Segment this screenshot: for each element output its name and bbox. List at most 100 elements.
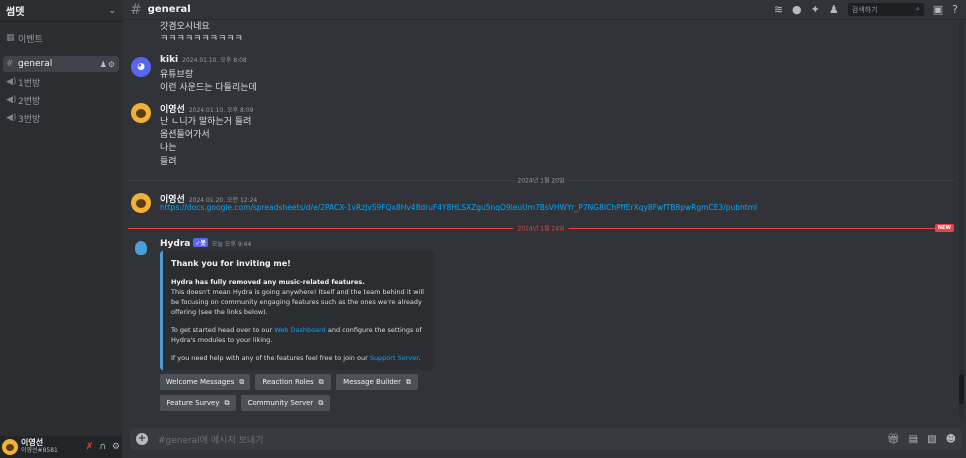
avatar[interactable] (2, 439, 18, 455)
author-name: Hydra (160, 239, 191, 249)
message-builder-button[interactable]: Message Builder ⧉ (336, 374, 418, 390)
calendar-icon: ▦ (6, 33, 15, 43)
user-info[interactable]: 이영선 이영선#8581 (21, 439, 58, 455)
embed-paragraph: To get started head over to our Web Dash… (171, 325, 426, 345)
sidebar-item-label: general (18, 59, 53, 69)
new-messages-divider: 2024년 1월 24일 NEW (128, 223, 954, 233)
timestamp: 2024.01.10. 오후 8:09 (188, 107, 254, 114)
gift-icon[interactable]: 🎁︎ (887, 434, 900, 445)
threads-icon[interactable]: ≋ (774, 3, 783, 16)
user-name: 이영선 (21, 438, 44, 447)
members-icon[interactable]: ♟ (829, 3, 839, 16)
help-icon[interactable]: ? (952, 3, 958, 16)
bot-badge: ✓봇 (193, 238, 208, 247)
date-divider-label: 2024년 1월 24일 (513, 223, 569, 233)
composer-placeholder: #general에 메시지 보내기 (158, 435, 264, 446)
sidebar-item-voice-1[interactable]: ◀) 1번방 (3, 74, 119, 90)
search-placeholder: 검색하기 (851, 5, 878, 14)
button-label: Welcome Messages (165, 378, 235, 386)
server-header[interactable]: 썸뎃 ⌄ (0, 0, 122, 22)
avatar[interactable] (131, 103, 151, 123)
button-label: Community Server (247, 399, 314, 407)
external-link-icon: ⧉ (405, 377, 411, 386)
message-text: 들려 (160, 157, 177, 167)
embed-paragraph: If you need help with any of the feature… (171, 353, 426, 363)
sidebar-item-voice-2[interactable]: ◀) 2번방 (3, 92, 119, 108)
author-name: kiki (160, 55, 179, 65)
message-text: ㅋㅋㅋㅋㅋㅋㅋㅋㅋㅋ (160, 34, 243, 44)
channel-header: # general ≋ ● ✦ ♟ 검색하기 ⌕ ▣ ? (122, 0, 966, 20)
embed-title: Thank you for inviting me! (171, 259, 291, 268)
gear-icon[interactable]: ⚙ (112, 442, 120, 452)
embed-text: If you need help with any of the feature… (171, 354, 370, 362)
embed-bold-text: Hydra has fully removed any music-relate… (171, 278, 365, 286)
embed-text: To get started head over to our (171, 326, 275, 334)
server-name: 썸뎃 (6, 7, 25, 18)
avatar[interactable] (131, 238, 151, 258)
date-divider: 2024년 1월 20일 (128, 175, 954, 185)
chevron-down-icon[interactable]: ⌄ (108, 6, 116, 16)
bell-icon[interactable]: ● (792, 3, 802, 16)
reaction-roles-button[interactable]: Reaction Roles ⧉ (255, 374, 331, 390)
inbox-icon[interactable]: ▣ (933, 3, 943, 16)
timestamp: 2024.01.10. 오후 8:08 (182, 57, 247, 64)
sidebar-item-voice-3[interactable]: ◀) 3번방 (3, 110, 119, 126)
page-title: general (147, 4, 191, 15)
timestamp: 오늘 오후 9:44 (211, 241, 252, 248)
message-text: 난 ㄴ니가 말하는거 들려 (160, 117, 252, 127)
message-list: 갓겸오시네요 ㅋㅋㅋㅋㅋㅋㅋㅋㅋㅋ ◕ kiki 2024.01.10. 오후 8… (122, 20, 966, 425)
support-server-link[interactable]: Support Server (370, 354, 418, 362)
avatar[interactable]: ◕ (131, 57, 151, 77)
button-label: Message Builder (343, 378, 401, 386)
hash-icon: # (6, 59, 14, 69)
message-author[interactable]: kiki 2024.01.10. 오후 8:08 (160, 55, 247, 65)
welcome-messages-button[interactable]: Welcome Messages ⧉ (160, 374, 250, 390)
channel-sidebar: 썸뎃 ⌄ ▦ 이벤트 # general ♟⚙ ◀) 1번방 ◀) 2번방 ◀)… (0, 0, 122, 458)
message-text: 옵션들어가서 (160, 130, 210, 140)
embed-paragraph: Hydra has fully removed any music-relate… (171, 277, 426, 317)
message-text: 이런 사운드는 다들리는데 (160, 83, 257, 93)
sidebar-item-events[interactable]: ▦ 이벤트 (3, 30, 119, 46)
community-server-button[interactable]: Community Server ⧉ (241, 395, 330, 411)
button-label: Feature Survey (166, 399, 220, 407)
sidebar-item-general[interactable]: # general ♟⚙ (3, 56, 119, 72)
external-link-icon: ⧉ (318, 398, 324, 407)
web-dashboard-link[interactable]: Web Dashboard (274, 326, 326, 334)
pin-icon[interactable]: ✦ (811, 3, 820, 16)
sidebar-item-label: 이벤트 (18, 34, 43, 45)
sidebar-item-label: 3번방 (18, 114, 41, 125)
discord-icon: ◕ (137, 62, 145, 72)
message-link[interactable]: https://docs.google.com/spreadsheets/d/e… (160, 203, 757, 212)
embed-text: . (418, 354, 421, 362)
date-divider-label: 2024년 1월 20일 (513, 175, 569, 185)
message-text: 나는 (160, 143, 177, 153)
user-panel: 이영선 이영선#8581 ✗ ∩ ⚙ (0, 436, 122, 458)
mic-muted-icon[interactable]: ✗ (86, 442, 94, 452)
scrollbar-track[interactable] (959, 20, 964, 420)
button-label: Reaction Roles (262, 378, 314, 386)
hash-icon: # (130, 1, 142, 18)
message-author[interactable]: Hydra ✓봇 오늘 오후 9:44 (160, 238, 251, 249)
user-tag: 이영선#8581 (21, 447, 58, 454)
external-link-icon: ⧉ (239, 377, 245, 386)
sticker-icon[interactable]: ▧ (927, 434, 936, 445)
sidebar-item-label: 1번방 (18, 78, 41, 89)
headphones-icon[interactable]: ∩ (99, 442, 106, 452)
message-composer[interactable]: + #general에 메시지 보내기 🎁︎ ▤ ▧ ☻ (130, 428, 962, 450)
external-link-icon: ⧉ (318, 377, 324, 386)
speaker-icon: ◀) (6, 77, 17, 87)
speaker-icon: ◀) (6, 95, 17, 105)
channel-settings-icons[interactable]: ♟⚙ (100, 60, 116, 69)
gif-icon[interactable]: ▤ (909, 434, 918, 445)
search-icon: ⌕ (915, 5, 920, 13)
new-badge: NEW (934, 224, 954, 232)
feature-survey-button[interactable]: Feature Survey ⧉ (160, 395, 236, 411)
search-input[interactable]: 검색하기 ⌕ (847, 3, 924, 16)
plus-icon[interactable]: + (136, 433, 148, 445)
embed-text: This doesn't mean Hydra is going anywher… (171, 288, 424, 316)
message-text: 유튜브랑 (160, 70, 194, 80)
emoji-icon[interactable]: ☻ (946, 434, 956, 445)
avatar[interactable] (131, 193, 151, 213)
speaker-icon: ◀) (6, 113, 17, 123)
scrollbar-thumb[interactable] (959, 374, 964, 404)
